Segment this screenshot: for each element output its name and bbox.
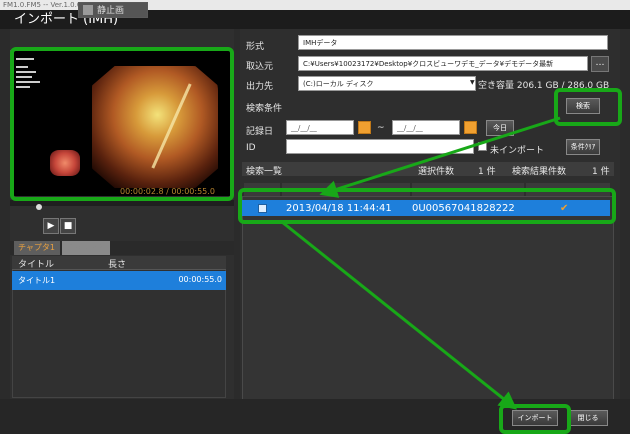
date-range-tilde: ~ [377, 123, 385, 133]
play-icon: ▶ [47, 221, 55, 231]
destination-label: 出力先 [246, 82, 274, 92]
calendar-from-icon[interactable] [358, 121, 371, 134]
results-count: 1 件 [592, 167, 610, 177]
destination-select[interactable]: (C:)ローカル ディスク [298, 76, 476, 91]
camera-icon [83, 5, 93, 15]
selected-count: 1 件 [478, 167, 496, 177]
tab-still-label: 静止画 [97, 6, 125, 16]
stop-icon: ■ [63, 221, 73, 231]
close-button[interactable]: 閉じる [568, 410, 608, 426]
chapter-col-title[interactable]: タイトル [18, 257, 54, 270]
seek-handle[interactable] [36, 204, 42, 210]
date-from-field[interactable]: __/__/__ [286, 120, 354, 135]
results-count-label: 検索結果件数 [512, 167, 567, 177]
browse-button[interactable]: … [591, 56, 609, 72]
results-table [242, 196, 614, 402]
chapter-col-length[interactable]: 長さ [108, 257, 126, 270]
clear-conditions-button[interactable]: 条件ｸﾘｱ [566, 139, 600, 155]
chapter-row-title: タイトル1 [18, 276, 56, 285]
play-button[interactable]: ▶ [43, 218, 59, 234]
date-to-field[interactable]: __/__/__ [392, 120, 460, 135]
highlight-result-row [238, 188, 616, 224]
highlight-import-button [499, 404, 571, 434]
today-button[interactable]: 今日 [486, 120, 514, 136]
format-label: 形式 [246, 42, 265, 52]
import-window: FM1.0.FM5 -- Ver.1.0.0.47 -- インポート (IMH)… [0, 0, 630, 434]
tab-chapter-2[interactable]: チャプタ2 [62, 241, 110, 255]
stop-button[interactable]: ■ [60, 218, 76, 234]
chapter-row-length: 00:00:55.0 [178, 275, 222, 284]
unimported-checkbox[interactable] [478, 142, 487, 151]
search-conditions-label: 検索条件 [246, 104, 283, 114]
tab-chapter-1[interactable]: チャプタ1 [14, 241, 60, 255]
calendar-to-icon[interactable] [464, 121, 477, 134]
chevron-down-icon: ▼ [470, 79, 475, 86]
source-path-field[interactable]: C:¥Users¥10023172¥Desktop¥クロスビューワデモ_データ¥… [298, 56, 588, 71]
tab-still-image[interactable]: 静止画 [78, 2, 148, 18]
search-list-label: 検索一覧 [246, 167, 283, 177]
highlight-preview [10, 47, 234, 201]
selected-count-label: 選択件数 [418, 167, 455, 177]
id-field[interactable] [286, 139, 474, 154]
unimported-label: 未インポート [490, 146, 545, 156]
highlight-search-button [554, 88, 622, 126]
id-label: ID [246, 143, 256, 153]
source-label: 取込元 [246, 62, 274, 72]
format-field[interactable]: IMHデータ [298, 35, 608, 50]
record-date-label: 記録日 [246, 127, 274, 137]
